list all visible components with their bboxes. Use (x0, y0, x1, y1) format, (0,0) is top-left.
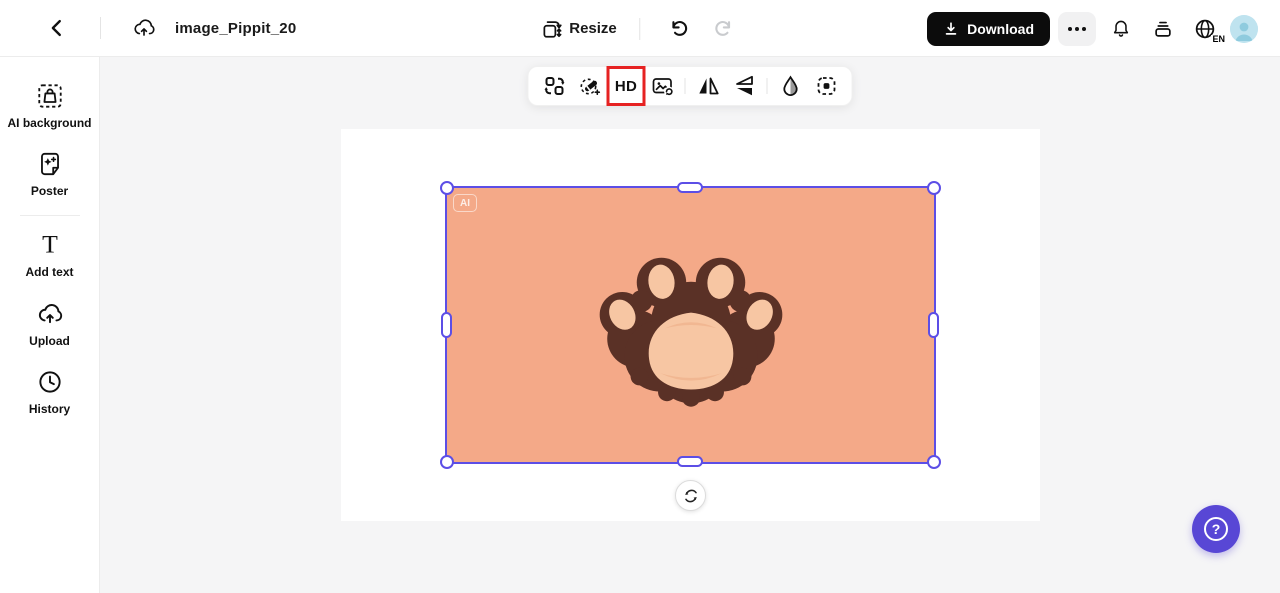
ai-background-bag-icon (35, 81, 65, 111)
cloud-upload-icon (35, 299, 65, 329)
sidebar-item-ai-background[interactable]: AI background (4, 73, 96, 141)
document-title[interactable]: image_Pippit_20 (175, 20, 296, 37)
sidebar-item-label: AI background (7, 115, 91, 131)
resize-button[interactable]: Resize (540, 18, 617, 40)
top-bar: image_Pippit_20 Resize (0, 0, 1280, 57)
resize-label: Resize (569, 20, 617, 37)
undo-icon (668, 18, 690, 40)
toolbar-divider (685, 78, 686, 94)
smart-select-icon (814, 74, 838, 98)
selected-image[interactable]: AI (447, 188, 934, 462)
handle-bottom-center[interactable] (677, 456, 703, 467)
paw-print-illustration (588, 239, 794, 411)
ai-retouch-button[interactable] (574, 70, 607, 102)
ai-retouch-wand-icon (578, 74, 602, 98)
undo-button[interactable] (662, 12, 696, 46)
sidebar-item-label: Poster (31, 183, 68, 199)
handle-top-center[interactable] (677, 182, 703, 193)
flip-vertical-button[interactable] (728, 70, 761, 102)
help-button[interactable]: ? (1192, 505, 1240, 553)
chevron-left-icon (46, 17, 68, 39)
cloud-save-button[interactable] (127, 11, 161, 45)
replace-image-button[interactable] (646, 70, 679, 102)
language-badge: EN (1211, 35, 1226, 44)
text-T-icon: T (35, 230, 65, 260)
handle-middle-right[interactable] (928, 312, 939, 338)
rotate-icon (682, 487, 700, 505)
divider (639, 18, 640, 40)
language-button[interactable]: EN (1188, 12, 1222, 46)
sidebar-item-label: History (29, 401, 70, 417)
sidebar-divider (20, 215, 80, 216)
handle-middle-left[interactable] (441, 312, 452, 338)
layers-stack-icon (1151, 17, 1175, 41)
redo-icon (712, 18, 734, 40)
hd-enhance-label: HD (615, 78, 637, 95)
download-label: Download (967, 21, 1034, 37)
resize-icon (540, 18, 562, 40)
image-toolbar: HD (528, 66, 853, 106)
flip-horizontal-icon (696, 74, 720, 98)
redo-button[interactable] (706, 12, 740, 46)
workspace-stack-button[interactable] (1146, 12, 1180, 46)
clock-icon (35, 367, 65, 397)
toolbar-divider (767, 78, 768, 94)
avatar[interactable] (1230, 15, 1258, 43)
svg-text:T: T (42, 230, 58, 259)
cloud-upload-icon (131, 15, 157, 41)
more-dots-icon (1068, 27, 1086, 31)
back-button[interactable] (40, 11, 74, 45)
handle-bottom-right[interactable] (927, 455, 941, 469)
hd-enhance-button[interactable]: HD (610, 70, 643, 102)
sidebar-item-add-text[interactable]: T Add text (4, 222, 96, 290)
divider (100, 17, 101, 39)
poster-sparkle-page-icon (35, 149, 65, 179)
workspace[interactable]: HD (100, 57, 1280, 593)
download-button[interactable]: Download (927, 12, 1050, 46)
download-icon (943, 21, 959, 37)
swap-icon (542, 74, 566, 98)
flip-vertical-icon (732, 74, 756, 98)
left-sidebar: AI background Poster T Add text (0, 57, 100, 593)
sidebar-item-upload[interactable]: Upload (4, 291, 96, 359)
notifications-button[interactable] (1104, 12, 1138, 46)
replace-image-icon (650, 74, 674, 98)
smart-select-button[interactable] (810, 70, 843, 102)
sidebar-item-label: Add text (26, 264, 74, 280)
handle-top-right[interactable] (927, 181, 941, 195)
flip-horizontal-button[interactable] (692, 70, 725, 102)
sidebar-item-poster[interactable]: Poster (4, 141, 96, 209)
canvas-artboard[interactable]: AI (341, 129, 1040, 521)
swap-replace-button[interactable] (538, 70, 571, 102)
bell-icon (1109, 17, 1133, 41)
handle-top-left[interactable] (440, 181, 454, 195)
opacity-droplet-icon (778, 74, 802, 98)
ai-generated-badge: AI (453, 194, 477, 212)
sidebar-item-history[interactable]: History (4, 359, 96, 427)
more-options-button[interactable] (1058, 12, 1096, 46)
opacity-button[interactable] (774, 70, 807, 102)
sidebar-item-label: Upload (29, 333, 70, 349)
handle-bottom-left[interactable] (440, 455, 454, 469)
rotate-handle[interactable] (675, 480, 706, 511)
question-mark-icon: ? (1204, 517, 1228, 541)
